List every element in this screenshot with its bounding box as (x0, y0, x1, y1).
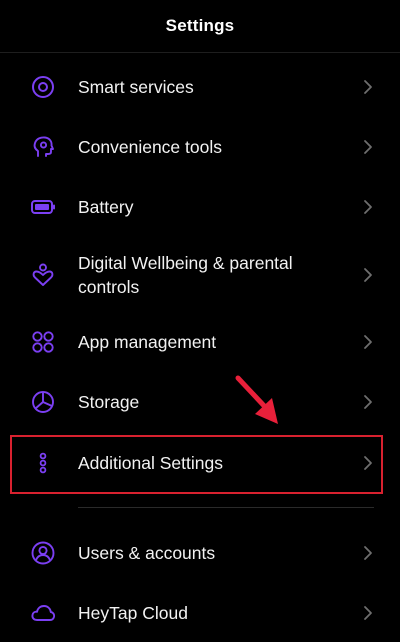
settings-item-label: Smart services (78, 77, 194, 97)
settings-item-label: Storage (78, 392, 140, 412)
chevron-right-icon (361, 138, 375, 156)
pie-chart-icon (30, 389, 56, 415)
settings-item-label: App management (78, 332, 217, 352)
settings-item-users-accounts[interactable]: Users & accounts (0, 523, 400, 583)
settings-item-battery[interactable]: Battery (0, 177, 400, 237)
settings-item-label: Users & accounts (78, 543, 216, 563)
settings-item-label: Digital Wellbeing & parental controls (78, 253, 293, 297)
cloud-icon (30, 600, 56, 626)
dots-vertical-icon (30, 450, 56, 476)
settings-item-digital-wellbeing[interactable]: Digital Wellbeing & parental controls (0, 238, 400, 312)
settings-item-storage[interactable]: Storage (0, 372, 400, 432)
header: Settings (0, 0, 400, 52)
app-grid-icon (30, 329, 56, 355)
heart-person-icon (30, 262, 56, 288)
settings-item-label: Battery (78, 197, 134, 217)
settings-item-label: Convenience tools (78, 137, 222, 157)
chevron-right-icon (361, 78, 375, 96)
chevron-right-icon (361, 454, 375, 472)
settings-item-app-management[interactable]: App management (0, 312, 400, 372)
chevron-right-icon (361, 393, 375, 411)
chevron-right-icon (361, 266, 375, 284)
settings-item-label: HeyTap Cloud (78, 603, 188, 623)
settings-item-smart-services[interactable]: Smart services (0, 57, 400, 117)
chevron-right-icon (361, 333, 375, 351)
settings-item-additional-settings[interactable]: Additional Settings (0, 433, 400, 493)
head-settings-icon (30, 134, 56, 160)
settings-item-label: Additional Settings (78, 453, 223, 473)
target-circle-icon (30, 74, 56, 100)
settings-screen: Settings Smart services Convenience tool… (0, 0, 400, 642)
chevron-right-icon (361, 198, 375, 216)
section-divider (78, 507, 374, 508)
settings-item-convenience-tools[interactable]: Convenience tools (0, 117, 400, 177)
settings-item-heytap-cloud[interactable]: HeyTap Cloud (0, 583, 400, 642)
chevron-right-icon (361, 604, 375, 622)
chevron-right-icon (361, 544, 375, 562)
battery-icon (30, 194, 56, 220)
user-circle-icon (30, 540, 56, 566)
page-title: Settings (165, 16, 235, 35)
header-divider (0, 52, 400, 53)
